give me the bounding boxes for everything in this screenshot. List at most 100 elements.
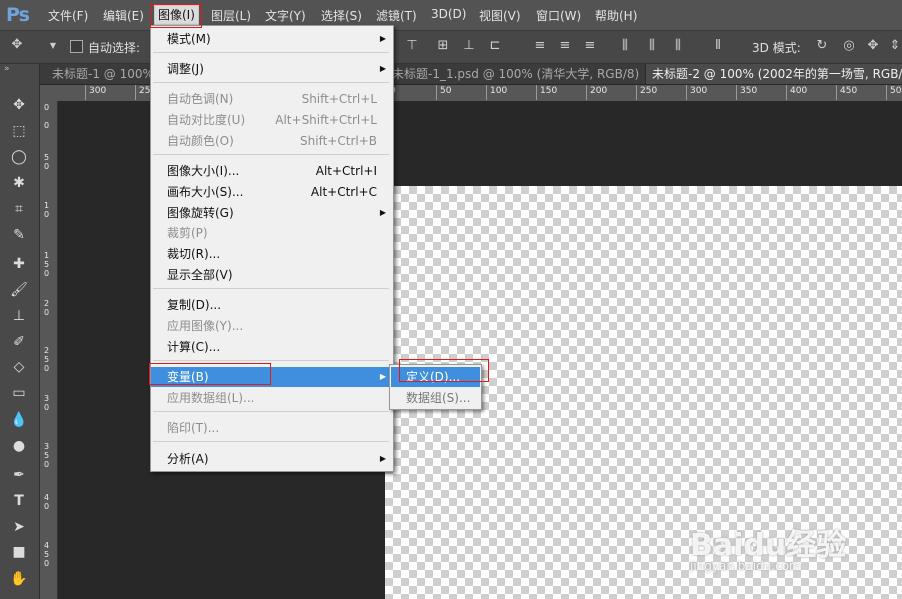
menu-item-trim[interactable]: 裁切(R)... — [151, 244, 393, 264]
menu-file[interactable]: 文件(F) — [48, 7, 88, 24]
3d-rotate-icon[interactable]: ↻ — [815, 39, 829, 53]
annotation-box-define — [399, 359, 489, 382]
ruler-label: 0 — [44, 162, 50, 171]
3d-slide-icon[interactable]: ⇕ — [888, 39, 902, 53]
ruler-label: 450 — [840, 86, 858, 96]
3d-mode-label: 3D 模式: — [752, 41, 801, 55]
magic-wand-tool-icon[interactable]: ✱ — [8, 172, 30, 194]
submenu-item-data-sets: 数据组(S)... — [406, 391, 471, 405]
distribute-bottom-icon[interactable]: ≡ — [583, 39, 597, 53]
ruler-label: 0 — [44, 210, 50, 219]
menu-item-mode[interactable]: 模式(M) ▶ — [151, 29, 393, 49]
menu-item-image-rotation[interactable]: 图像旋转(G) ▶ — [151, 203, 393, 223]
distribute-left-icon[interactable]: ⫼ — [618, 39, 632, 53]
menu-item-auto-tone: 自动色调(N) Shift+Ctrl+L — [167, 92, 377, 106]
align-bottom-icon[interactable]: ⊥ — [462, 39, 476, 53]
ruler-label: 3 — [44, 442, 50, 451]
gradient-tool-icon[interactable]: ▭ — [8, 382, 30, 404]
ruler-label: 350 — [740, 86, 758, 96]
options-bar: ✥ ▼ 自动选择: ⊤ ⊞ ⊥ ⊏ ≡ ≡ ≡ ⫼ ⫼ ⫼ ⦀ 3D 模式: ↻… — [0, 31, 902, 64]
ruler-label: 1 — [44, 251, 50, 260]
brush-tool-icon[interactable]: 🖌 — [8, 279, 30, 301]
distribute-center-icon[interactable]: ⫼ — [645, 39, 659, 53]
chevron-right-icon: ▶ — [379, 454, 386, 463]
menu-item-image-size[interactable]: 图像大小(I)... Alt+Ctrl+I — [151, 161, 393, 181]
ruler-label: 0 — [44, 121, 50, 130]
menu-select[interactable]: 选择(S) — [321, 7, 362, 24]
annotation-box-variables — [149, 363, 271, 385]
tab-untitled-1[interactable]: 未标题-1 @ 100% — [46, 64, 161, 84]
auto-select-checkbox[interactable] — [70, 40, 83, 53]
auto-align-layers-icon[interactable]: ⦀ — [711, 39, 725, 53]
distribute-right-icon[interactable]: ⫼ — [671, 39, 685, 53]
menu-3d[interactable]: 3D(D) — [431, 7, 466, 21]
clone-stamp-tool-icon[interactable]: ⊥ — [8, 305, 30, 327]
move-tool-preset-icon[interactable]: ✥ — [10, 38, 24, 52]
ruler-label: 0 — [44, 559, 50, 568]
menu-window[interactable]: 窗口(W) — [536, 7, 581, 24]
menu-item-reveal-all[interactable]: 显示全部(V) — [151, 265, 393, 285]
menu-item-crop: 裁剪(P) — [167, 226, 208, 240]
menu-item-canvas-size[interactable]: 画布大小(S)... Alt+Ctrl+C — [151, 182, 393, 202]
3d-pan-icon[interactable]: ✥ — [866, 39, 880, 53]
toolbox: » ✥ ⬚ ◯ ✱ ⌗ ✎ ✚ 🖌 ⊥ ✐ ◇ ▭ 💧 ● ✒ T ➤ ■ ✋ — [0, 64, 40, 599]
ruler-label: 0 — [44, 502, 50, 511]
menu-filter[interactable]: 滤镜(T) — [376, 7, 417, 24]
baidu-watermark: Baidu经验 — [690, 528, 847, 563]
ruler-label: 5 — [44, 451, 50, 460]
tab-untitled-2[interactable]: 未标题-2 @ 100% (2002年的第一场雪, RGB/8) — [646, 64, 902, 84]
history-brush-tool-icon[interactable]: ✐ — [8, 331, 30, 353]
ruler-label: 200 — [590, 86, 608, 96]
menu-view[interactable]: 视图(V) — [479, 7, 521, 24]
menu-edit[interactable]: 编辑(E) — [103, 7, 144, 24]
chevron-down-icon[interactable]: ▼ — [46, 39, 60, 53]
chevron-right-icon: ▶ — [379, 372, 386, 381]
image-menu-dropdown: 模式(M) ▶ 调整(J) ▶ 自动色调(N) Shift+Ctrl+L 自动对比度(… — [150, 25, 394, 472]
chevron-right-icon: ▶ — [379, 208, 386, 217]
eraser-tool-icon[interactable]: ◇ — [8, 356, 30, 378]
menu-item-adjustments[interactable]: 调整(J) ▶ — [151, 59, 393, 79]
baidu-watermark-url: jingyan.baidu.com — [690, 559, 801, 573]
menu-item-calculations[interactable]: 计算(C)... — [151, 337, 393, 357]
align-top-icon[interactable]: ⊤ — [405, 39, 419, 53]
annotation-box-image-menu — [150, 4, 202, 28]
align-vertical-center-icon[interactable]: ⊞ — [436, 39, 450, 53]
3d-roll-icon[interactable]: ◎ — [842, 39, 856, 53]
distribute-top-icon[interactable]: ≡ — [533, 39, 547, 53]
path-selection-tool-icon[interactable]: ➤ — [8, 516, 30, 538]
photoshop-logo: Ps — [6, 4, 30, 26]
menu-layer[interactable]: 图层(L) — [211, 7, 251, 24]
dodge-tool-icon[interactable]: ● — [8, 435, 30, 457]
ruler-label: 250 — [640, 86, 658, 96]
ruler-label: 300 — [89, 86, 107, 96]
blur-tool-icon[interactable]: 💧 — [8, 409, 30, 431]
ruler-label: 2 — [44, 299, 50, 308]
menu-type[interactable]: 文字(Y) — [265, 7, 306, 24]
distribute-middle-icon[interactable]: ≡ — [558, 39, 572, 53]
ruler-label: 100 — [490, 86, 508, 96]
ruler-label: 300 — [690, 86, 708, 96]
ruler-label: 500 — [890, 86, 902, 96]
align-left-icon[interactable]: ⊏ — [488, 39, 502, 53]
menu-item-analysis[interactable]: 分析(A) ▶ — [151, 449, 393, 469]
tab-untitled-1-1-psd[interactable]: 未标题-1_1.psd @ 100% (清华大学, RGB/8) — [386, 64, 647, 84]
ruler-label: 3 — [44, 394, 50, 403]
menu-help[interactable]: 帮助(H) — [595, 7, 637, 24]
rectangle-tool-icon[interactable]: ■ — [8, 541, 30, 563]
ruler-label: 4 — [44, 541, 50, 550]
menu-item-duplicate[interactable]: 复制(D)... — [151, 295, 393, 315]
ruler-label: 5 — [44, 153, 50, 162]
healing-brush-tool-icon[interactable]: ✚ — [8, 253, 30, 275]
move-tool-icon[interactable]: ✥ — [8, 94, 30, 116]
ruler-label: 5 — [44, 550, 50, 559]
pen-tool-icon[interactable]: ✒ — [8, 464, 30, 486]
type-tool-icon[interactable]: T — [8, 490, 30, 512]
marquee-tool-icon[interactable]: ⬚ — [8, 120, 30, 142]
crop-tool-icon[interactable]: ⌗ — [8, 198, 30, 220]
double-chevron-icon[interactable]: » — [4, 64, 10, 74]
hand-tool-icon[interactable]: ✋ — [8, 568, 30, 590]
ruler-label: 0 — [44, 364, 50, 373]
ruler-label: 5 — [44, 260, 50, 269]
eyedropper-tool-icon[interactable]: ✎ — [8, 224, 30, 246]
lasso-tool-icon[interactable]: ◯ — [8, 146, 30, 168]
